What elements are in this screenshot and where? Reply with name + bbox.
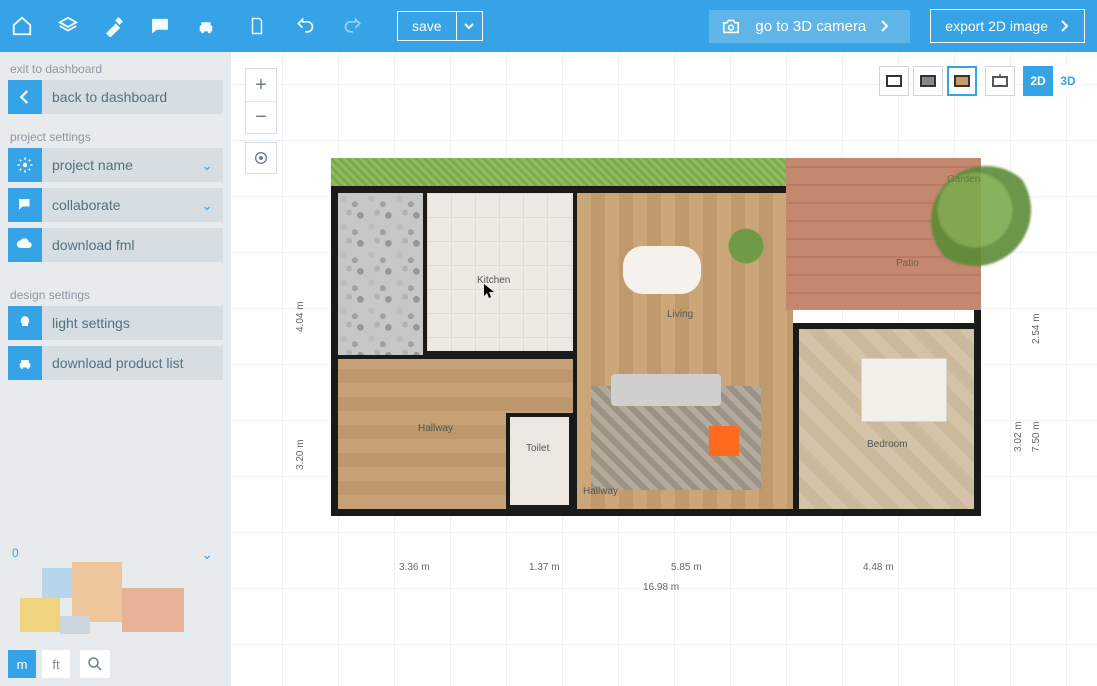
chevron-down-icon[interactable]: ⌄ — [201, 546, 213, 563]
new-file-icon[interactable] — [243, 12, 271, 40]
project-name-label: project name — [52, 157, 133, 173]
dim-right-outer-1: 2.54 m — [1031, 313, 1042, 344]
zoom-in-button[interactable]: + — [246, 69, 276, 101]
section-label-design: design settings — [0, 278, 231, 306]
save-button[interactable]: save — [397, 11, 457, 41]
zoom-controls: + − — [245, 68, 277, 134]
back-icon — [8, 80, 42, 114]
furniture-plant[interactable] — [716, 216, 776, 276]
room-toilet[interactable]: Toilet — [506, 413, 573, 509]
goto-3d-camera-label: go to 3D camera — [755, 18, 866, 35]
chevron-right-icon — [1060, 20, 1070, 32]
label-toilet: Toilet — [526, 443, 549, 454]
export-2d-image-button[interactable]: export 2D image — [930, 9, 1085, 43]
render-style-3-button[interactable] — [947, 66, 977, 96]
gear-icon — [8, 148, 42, 182]
mini-map[interactable]: 0 ⌄ — [8, 542, 223, 642]
room-stone-terrace[interactable] — [338, 193, 423, 355]
display-options-button[interactable] — [985, 66, 1015, 96]
save-group: save — [397, 11, 483, 41]
dim-bottom-2: 1.37 m — [529, 562, 560, 573]
top-toolbar-right: save go to 3D camera export 2D image — [231, 9, 1097, 43]
dim-right-outer-2: 7.50 m — [1031, 421, 1042, 452]
center-view-button[interactable] — [245, 142, 277, 174]
dim-left-2: 3.20 m — [295, 439, 306, 470]
chevron-down-icon: ⌄ — [201, 197, 213, 214]
layers-icon[interactable] — [54, 12, 82, 40]
export-label: export 2D image — [945, 18, 1048, 34]
render-style-2-button[interactable] — [913, 66, 943, 96]
view-3d-button[interactable]: 3D — [1053, 66, 1083, 96]
back-label: back to dashboard — [52, 89, 167, 105]
undo-icon[interactable] — [291, 12, 319, 40]
furniture-armchair[interactable] — [709, 426, 739, 456]
label-bedroom: Bedroom — [867, 439, 908, 450]
room-kitchen[interactable]: Kitchen — [423, 193, 573, 355]
view-2d-button[interactable]: 2D — [1023, 66, 1053, 96]
redo-icon[interactable] — [339, 12, 367, 40]
floor-count: 0 — [12, 546, 19, 560]
section-label-exit: exit to dashboard — [0, 52, 231, 80]
dim-bottom-3: 5.85 m — [671, 562, 702, 573]
light-icon — [8, 306, 42, 340]
dim-bottom-4: 4.48 m — [863, 562, 894, 573]
build-icon[interactable] — [100, 12, 128, 40]
unit-toggle: m ft — [8, 650, 223, 678]
unit-ft-button[interactable]: ft — [42, 650, 70, 678]
sidebar: exit to dashboard back to dashboard proj… — [0, 52, 231, 686]
zoom-out-button[interactable]: − — [246, 101, 276, 133]
dim-bottom-total: 16.98 m — [643, 582, 679, 593]
furniture-sofa[interactable] — [611, 374, 721, 406]
furniture-bed[interactable] — [861, 358, 947, 422]
camera-icon — [721, 18, 741, 34]
cursor-icon — [483, 283, 495, 299]
furniture-dining-table[interactable] — [623, 246, 701, 294]
top-toolbar: save go to 3D camera export 2D image — [0, 0, 1097, 52]
collaborate-label: collaborate — [52, 197, 121, 213]
download-fml-row[interactable]: download fml — [8, 228, 223, 262]
project-name-row[interactable]: project name ⌄ — [8, 148, 223, 182]
canvas[interactable]: + − 2D 3D — [231, 52, 1097, 686]
magnifier-button[interactable] — [80, 650, 110, 678]
label-patio: Patio — [896, 258, 919, 269]
collaborate-row[interactable]: collaborate ⌄ — [8, 188, 223, 222]
light-settings-label: light settings — [52, 315, 130, 331]
dim-right-inner-1: 3.02 m — [1013, 421, 1024, 452]
home-icon[interactable] — [8, 12, 36, 40]
label-garden: Garden — [947, 174, 980, 185]
cloud-download-icon — [8, 228, 42, 262]
label-living: Living — [667, 309, 693, 320]
floorplan[interactable]: Kitchen Living Hallway Toilet Bedroom — [331, 186, 981, 516]
top-toolbar-left — [0, 12, 231, 40]
goto-3d-camera-button[interactable]: go to 3D camera — [709, 10, 910, 43]
chevron-down-icon: ⌄ — [201, 157, 213, 174]
download-fml-label: download fml — [52, 237, 135, 253]
light-settings-row[interactable]: light settings — [8, 306, 223, 340]
chat-icon[interactable] — [146, 12, 174, 40]
save-dropdown[interactable] — [457, 11, 483, 41]
furniture-icon[interactable] — [192, 12, 220, 40]
back-to-dashboard-row[interactable]: back to dashboard — [8, 80, 223, 114]
label-hallway: Hallway — [418, 423, 453, 434]
unit-m-button[interactable]: m — [8, 650, 36, 678]
view-controls: 2D 3D — [879, 66, 1083, 96]
download-product-label: download product list — [52, 355, 184, 371]
download-product-list-row[interactable]: download product list — [8, 346, 223, 380]
chevron-right-icon — [880, 20, 890, 32]
section-label-project: project settings — [0, 120, 231, 148]
dim-left-1: 4.04 m — [295, 301, 306, 332]
label-hallway2: Hallway — [583, 486, 618, 497]
dim-bottom-1: 3.36 m — [399, 562, 430, 573]
collaborate-icon — [8, 188, 42, 222]
render-style-1-button[interactable] — [879, 66, 909, 96]
product-list-icon — [8, 346, 42, 380]
